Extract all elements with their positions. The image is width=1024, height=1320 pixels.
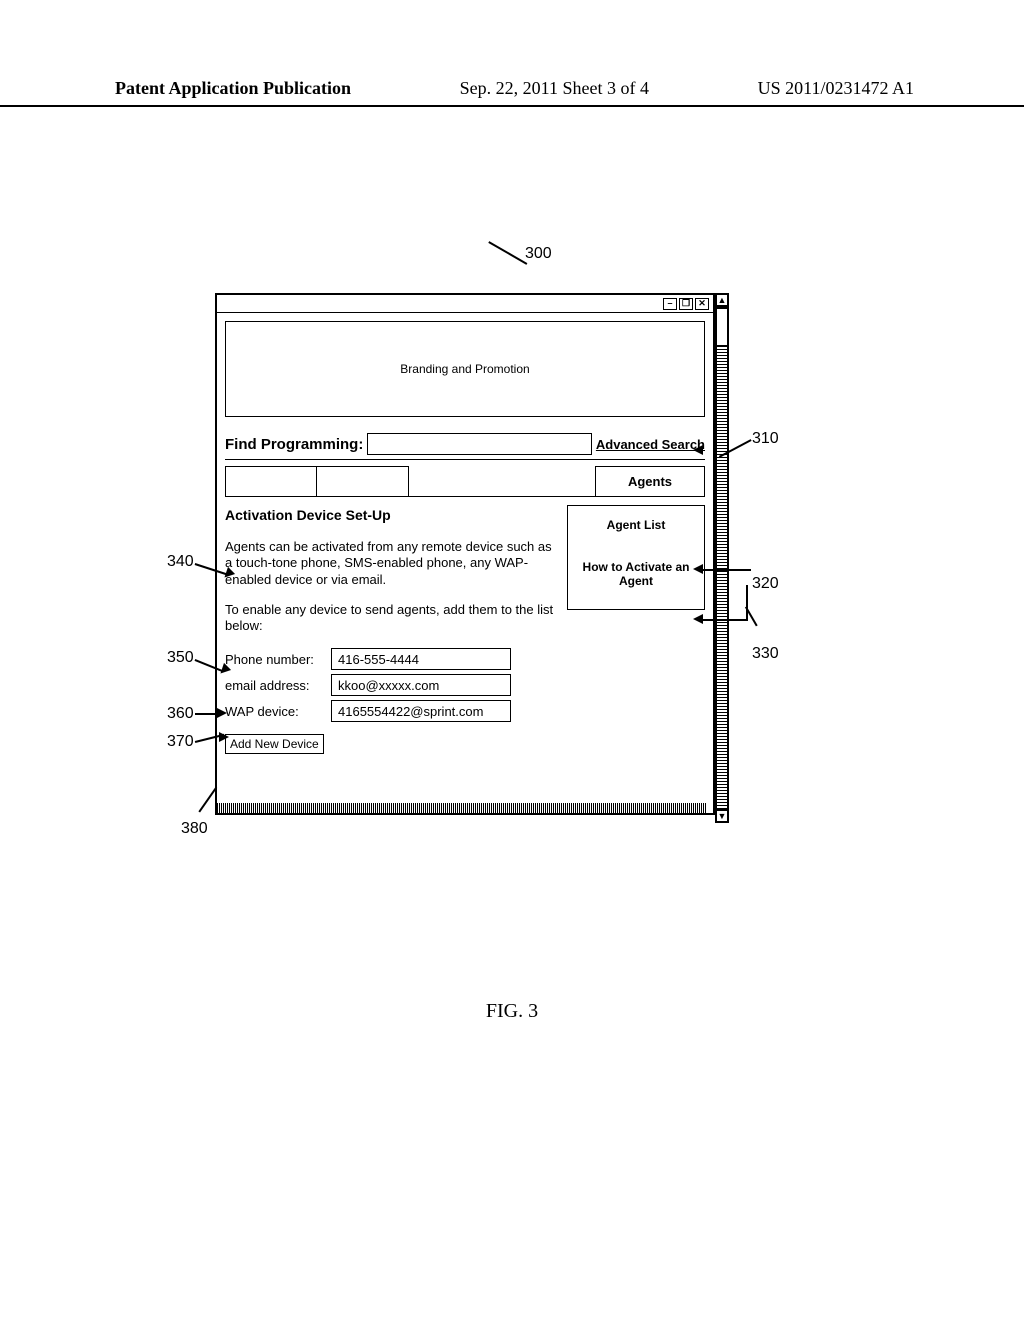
ref-370: 370 — [167, 733, 194, 751]
figure-caption: FIG. 3 — [0, 1000, 1024, 1023]
tab-agents[interactable]: Agents — [595, 466, 705, 496]
maximize-button[interactable]: ❐ — [679, 298, 693, 310]
app-window: – ❐ ✕ Branding and Promotion Find Progra… — [215, 293, 715, 815]
header-mid: Sep. 22, 2011 Sheet 3 of 4 — [460, 78, 649, 99]
ref-360: 360 — [167, 705, 194, 723]
status-bar — [217, 803, 707, 813]
field-email: email address: kkoo@xxxxx.com — [225, 674, 559, 696]
ref-300: 300 — [525, 245, 552, 263]
agent-sidebar: Agent List How to Activate an Agent — [567, 501, 705, 754]
email-input[interactable]: kkoo@xxxxx.com — [331, 674, 511, 696]
agent-list-link[interactable]: Agent List — [572, 518, 700, 532]
search-label: Find Programming: — [225, 436, 363, 453]
window-body: Branding and Promotion Find Programming:… — [217, 313, 713, 768]
leader-330v — [746, 585, 748, 621]
leader-300 — [489, 241, 528, 264]
leader-330 — [703, 619, 746, 621]
branding-box: Branding and Promotion — [225, 321, 705, 417]
titlebar: – ❐ ✕ — [217, 295, 713, 313]
arrow-310 — [693, 445, 703, 455]
scroll-down-arrow-icon[interactable]: ▼ — [715, 809, 729, 823]
agent-sidebox: Agent List How to Activate an Agent — [567, 505, 705, 610]
para-2: To enable any device to send agents, add… — [225, 602, 559, 635]
header-right: US 2011/0231472 A1 — [758, 78, 914, 99]
add-new-device-button[interactable]: Add New Device — [225, 734, 324, 754]
field-phone: Phone number: 416-555-4444 — [225, 648, 559, 670]
arrow-370 — [219, 732, 229, 742]
wap-input[interactable]: 4165554422@sprint.com — [331, 700, 511, 722]
ref-310: 310 — [752, 430, 779, 448]
how-to-activate-link[interactable]: How to Activate an Agent — [572, 560, 700, 588]
header-left: Patent Application Publication — [115, 78, 351, 99]
page-header: Patent Application Publication Sep. 22, … — [0, 78, 1024, 107]
search-row: Find Programming: Advanced Search — [225, 433, 705, 460]
arrow-360 — [217, 708, 227, 718]
leader-320 — [703, 569, 751, 571]
vertical-scrollbar[interactable]: ▲ ▼ — [715, 293, 729, 823]
ref-320: 320 — [752, 575, 779, 593]
search-input[interactable] — [367, 433, 592, 455]
scroll-up-arrow-icon[interactable]: ▲ — [715, 293, 729, 307]
arrow-320 — [693, 564, 703, 574]
section-title: Activation Device Set-Up — [225, 507, 559, 523]
ref-340: 340 — [167, 553, 194, 571]
tabs-row: Agents — [225, 466, 705, 497]
para-1: Agents can be activated from any remote … — [225, 539, 559, 588]
main-content: Activation Device Set-Up Agents can be a… — [225, 501, 705, 754]
scrollbar-thumb[interactable] — [715, 307, 729, 347]
activation-setup-panel: Activation Device Set-Up Agents can be a… — [225, 501, 565, 754]
arrow-330 — [693, 614, 703, 624]
close-button[interactable]: ✕ — [695, 298, 709, 310]
advanced-search-link[interactable]: Advanced Search — [596, 437, 705, 452]
wap-label: WAP device: — [225, 704, 325, 719]
ref-380: 380 — [181, 820, 208, 838]
tab-blank-2[interactable] — [317, 466, 409, 496]
phone-label: Phone number: — [225, 652, 325, 667]
email-label: email address: — [225, 678, 325, 693]
ref-350: 350 — [167, 649, 194, 667]
ref-330: 330 — [752, 645, 779, 663]
branding-text: Branding and Promotion — [400, 362, 529, 376]
phone-input[interactable]: 416-555-4444 — [331, 648, 511, 670]
minimize-button[interactable]: – — [663, 298, 677, 310]
tab-blank-1[interactable] — [225, 466, 317, 496]
figure-3: 300 – ❐ ✕ Branding and Promotion Find Pr… — [195, 255, 740, 815]
field-wap: WAP device: 4165554422@sprint.com — [225, 700, 559, 722]
